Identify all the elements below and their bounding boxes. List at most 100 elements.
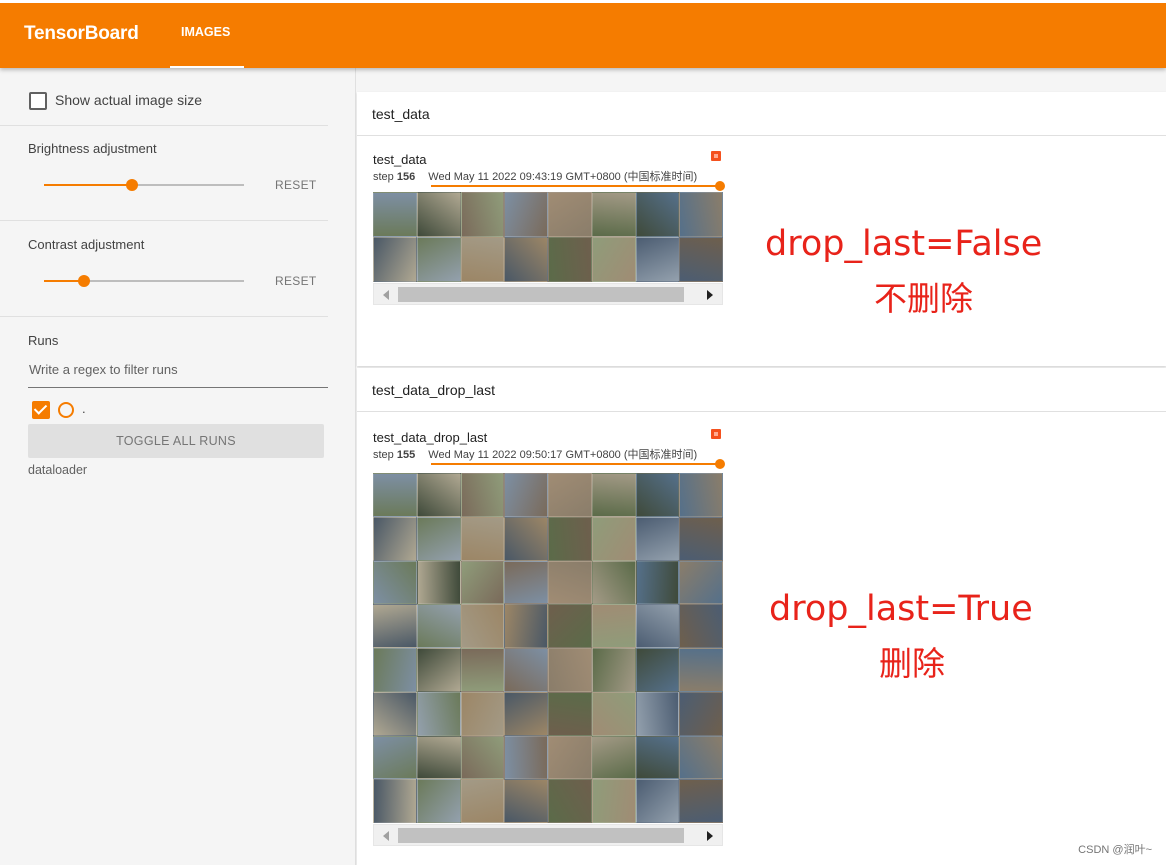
- tab-images-label: IMAGES: [181, 25, 231, 39]
- contrast-reset-button[interactable]: RESET: [275, 274, 317, 288]
- scrollbar-thumb[interactable]: [398, 287, 684, 302]
- image-thumbnail: [548, 560, 592, 605]
- image-thumbnail: [373, 516, 417, 561]
- image-thumbnail: [591, 237, 636, 282]
- image-thumbnail: [679, 237, 723, 282]
- horizontal-scrollbar[interactable]: [373, 824, 723, 846]
- image-thumbnail: [591, 779, 636, 823]
- image-thumbnail: [591, 192, 636, 237]
- step-value: 155: [396, 449, 416, 461]
- image-thumbnail: [635, 735, 680, 780]
- image-thumbnail: [416, 192, 461, 237]
- image-thumbnail: [635, 691, 680, 736]
- contrast-slider-thumb[interactable]: [78, 275, 90, 287]
- scroll-left-icon[interactable]: [383, 831, 389, 841]
- image-thumbnail: [373, 560, 417, 605]
- image-card-title: test_data_drop_last: [373, 430, 488, 445]
- step-timestamp: Wed May 11 2022 09:43:19 GMT+0800 (中国标准时…: [428, 171, 698, 183]
- image-thumbnail: [548, 237, 592, 282]
- image-thumbnail: [679, 779, 723, 823]
- image-thumbnail: [460, 192, 505, 237]
- image-thumbnail: [416, 735, 461, 780]
- image-thumbnail: [416, 516, 461, 561]
- image-thumbnail: [504, 192, 548, 237]
- image-thumbnail: [591, 648, 636, 692]
- brightness-reset-button[interactable]: RESET: [275, 178, 317, 192]
- image-thumbnail: [373, 473, 417, 517]
- image-thumbnail: [460, 516, 505, 561]
- image-thumbnail: [679, 516, 723, 561]
- image-thumbnail: [504, 560, 548, 605]
- step-label: step: [373, 171, 394, 183]
- show-actual-size-label: Show actual image size: [55, 92, 203, 108]
- image-thumbnail: [373, 237, 417, 282]
- run-checkbox[interactable]: [32, 401, 50, 419]
- brightness-slider-fill: [44, 184, 132, 186]
- image-thumbnail: [635, 237, 680, 282]
- main-content: test_data test_data step 156 Wed May 11 …: [357, 67, 1166, 865]
- image-thumbnail: [635, 560, 680, 605]
- toggle-all-runs-button[interactable]: TOGGLE ALL RUNS: [28, 424, 324, 458]
- image-thumbnail: [635, 473, 680, 517]
- scroll-right-icon[interactable]: [707, 290, 713, 300]
- scroll-left-icon[interactable]: [383, 290, 389, 300]
- image-thumbnail: [416, 237, 461, 282]
- runs-heading: Runs: [28, 333, 59, 348]
- image-thumbnail: [460, 648, 505, 692]
- tag-group-header[interactable]: test_data: [357, 92, 1166, 136]
- scroll-right-icon[interactable]: [707, 831, 713, 841]
- divider: [0, 125, 328, 126]
- show-actual-size-checkbox[interactable]: [29, 92, 47, 110]
- image-thumbnail: [373, 604, 417, 648]
- annotation-drop-last-false: drop_last=False: [765, 224, 1043, 264]
- tag-group-test-data-drop-last: test_data_drop_last test_data_drop_last …: [357, 368, 1166, 865]
- pin-icon[interactable]: [711, 429, 721, 439]
- image-thumbnail: [548, 516, 592, 561]
- image-thumbnail: [416, 560, 461, 605]
- step-slider[interactable]: [431, 185, 721, 187]
- image-thumbnail: [416, 691, 461, 736]
- image-thumbnail: [373, 648, 417, 692]
- step-info: step 155 Wed May 11 2022 09:50:17 GMT+08…: [373, 446, 697, 462]
- image-thumbnail: [416, 779, 461, 823]
- image-thumbnail: [548, 779, 592, 823]
- image-thumbnail: [504, 648, 548, 692]
- image-thumbnail: [504, 237, 548, 282]
- annotation-cn-false: 不删除: [874, 279, 973, 318]
- tag-group-header[interactable]: test_data_drop_last: [357, 368, 1166, 412]
- runs-filter-input[interactable]: [28, 358, 328, 388]
- step-slider-thumb[interactable]: [715, 181, 725, 191]
- image-thumbnail: [548, 604, 592, 648]
- image-thumbnail: [504, 473, 548, 517]
- run-name: dataloader: [28, 463, 88, 477]
- image-thumbnail: [416, 648, 461, 692]
- image-thumbnail: [460, 779, 505, 823]
- image-grid: [373, 473, 723, 823]
- image-thumbnail: [548, 473, 592, 517]
- image-thumbnail: [591, 516, 636, 561]
- brightness-label: Brightness adjustment: [28, 141, 157, 156]
- horizontal-scrollbar[interactable]: [373, 283, 723, 305]
- pin-icon[interactable]: [711, 151, 721, 161]
- scrollbar-thumb[interactable]: [398, 828, 684, 843]
- tag-group-title: test_data: [372, 106, 430, 122]
- step-slider-thumb[interactable]: [715, 459, 725, 469]
- tab-images[interactable]: IMAGES: [170, 3, 244, 68]
- image-thumbnail: [373, 735, 417, 780]
- image-thumbnail: [373, 192, 417, 237]
- step-value: 156: [396, 171, 416, 183]
- step-timestamp: Wed May 11 2022 09:50:17 GMT+0800 (中国标准时…: [428, 449, 698, 461]
- app-title[interactable]: TensorBoard: [24, 23, 139, 45]
- brightness-slider-thumb[interactable]: [126, 179, 138, 191]
- divider: [0, 316, 328, 317]
- tag-group-test-data: test_data test_data step 156 Wed May 11 …: [357, 92, 1166, 366]
- step-slider[interactable]: [431, 463, 721, 465]
- image-thumbnail: [504, 735, 548, 780]
- image-thumbnail: [460, 473, 505, 517]
- run-color-icon[interactable]: [58, 402, 74, 418]
- image-thumbnail: [591, 604, 636, 648]
- annotation-cn-true: 删除: [879, 644, 945, 683]
- image-thumbnail: [679, 648, 723, 692]
- watermark: CSDN @润叶~: [1078, 844, 1152, 856]
- image-thumbnail: [504, 604, 548, 648]
